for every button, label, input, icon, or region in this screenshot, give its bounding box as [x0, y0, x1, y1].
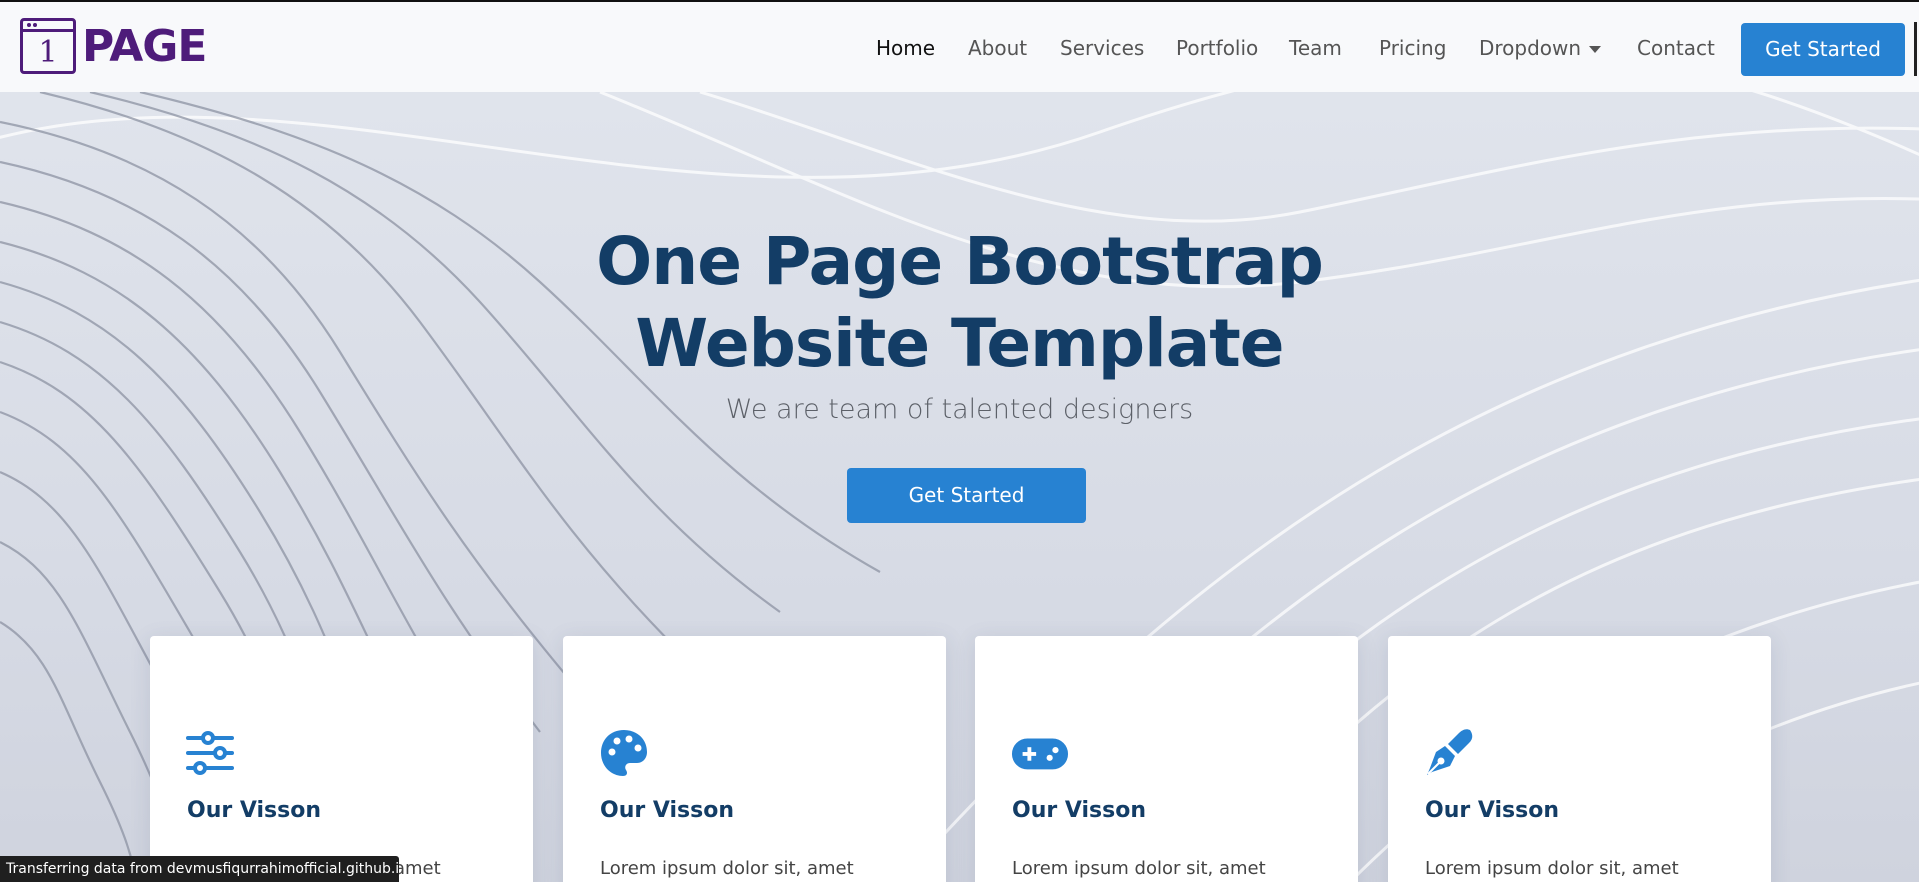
logo-glyph: 1	[38, 35, 58, 70]
nav-services[interactable]: Services	[1060, 36, 1144, 60]
site-header: 1 PAGE Home About Services Portfolio Tea…	[0, 2, 1919, 92]
logo-icon: 1	[20, 18, 76, 74]
nav-portfolio[interactable]: Portfolio	[1176, 36, 1258, 60]
card-title: Our Visson	[600, 798, 735, 823]
logo-text: PAGE	[82, 20, 207, 72]
nav-dropdown[interactable]: Dropdown	[1479, 36, 1602, 60]
gamepad-icon	[1011, 738, 1069, 770]
nav-contact[interactable]: Contact	[1637, 36, 1715, 60]
card-title: Our Visson	[1012, 798, 1147, 823]
hero-subtitle: We are team of talented designers	[725, 394, 1194, 425]
browser-status-bar: Transferring data from devmusfiqurrahimo…	[0, 856, 399, 882]
feature-card: Our Visson Lorem ipsum dolor sit, amet	[150, 636, 533, 882]
hero-title-line1: One Page Bootstrap	[596, 223, 1324, 300]
site-logo[interactable]: 1 PAGE	[20, 18, 207, 74]
chevron-down-icon	[1589, 46, 1602, 53]
feature-card: Our Visson Lorem ipsum dolor sit, amet	[975, 636, 1358, 882]
palette-icon	[601, 730, 647, 776]
card-text: Lorem ipsum dolor sit, amet	[1012, 858, 1266, 879]
nav-team[interactable]: Team	[1289, 36, 1342, 60]
nav-home[interactable]: Home	[876, 36, 935, 60]
feature-card: Our Visson Lorem ipsum dolor sit, amet	[563, 636, 946, 882]
card-text: Lorem ipsum dolor sit, amet	[600, 858, 854, 879]
card-title: Our Visson	[187, 798, 322, 823]
sliders-icon	[186, 731, 234, 775]
card-title: Our Visson	[1425, 798, 1560, 823]
feature-card: Our Visson Lorem ipsum dolor sit, amet	[1388, 636, 1771, 882]
scrollbar-edge	[1914, 22, 1917, 76]
nav-dropdown-label: Dropdown	[1479, 36, 1582, 60]
get-started-button[interactable]: Get Started	[1741, 23, 1905, 76]
hero-title-line2: Website Template	[635, 305, 1284, 382]
nav-pricing[interactable]: Pricing	[1379, 36, 1446, 60]
nav-about[interactable]: About	[968, 36, 1027, 60]
pen-nib-icon	[1427, 729, 1473, 775]
hero-get-started-button[interactable]: Get Started	[847, 468, 1086, 523]
card-text: Lorem ipsum dolor sit, amet	[1425, 858, 1679, 879]
